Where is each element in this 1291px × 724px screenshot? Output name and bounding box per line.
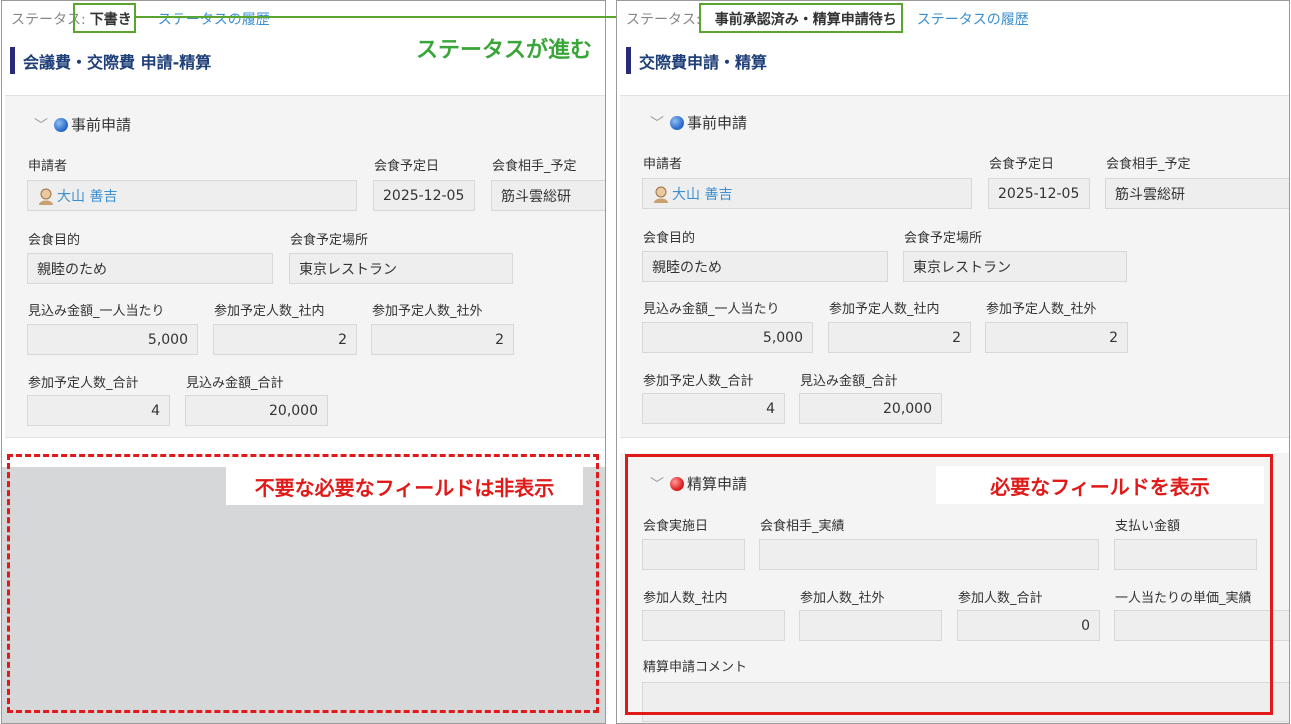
label-total-people: 参加予定人数_合計 xyxy=(643,374,754,389)
partner-field: 筋斗雲総研 xyxy=(491,180,605,211)
status-history-link[interactable]: ステータスの履歴 xyxy=(158,9,270,29)
status-label: ステータス: xyxy=(626,12,701,28)
blue-circle-icon xyxy=(54,117,68,132)
label-date: 会食予定日 xyxy=(374,159,440,174)
shown-fields-callout: 必要なフィールドを表示 xyxy=(936,466,1264,504)
label-place: 会食予定場所 xyxy=(290,233,369,248)
total-amount-field: 20,000 xyxy=(799,393,942,424)
status-advance-callout: ステータスが進む xyxy=(404,29,604,67)
label-per-person: 見込み金額_一人当たり xyxy=(643,302,780,317)
internal-field: 2 xyxy=(828,322,971,353)
total-people-field: 4 xyxy=(27,395,170,426)
per-person-field: 5,000 xyxy=(27,324,198,355)
label-internal: 参加予定人数_社内 xyxy=(829,302,940,317)
label-external: 参加予定人数_社外 xyxy=(986,302,1097,317)
blue-circle-icon xyxy=(670,115,684,130)
section-header-pre[interactable]: ﹀ 事前申請 xyxy=(650,112,747,133)
total-amount-field: 20,000 xyxy=(185,395,328,426)
label-internal: 参加予定人数_社内 xyxy=(214,304,325,319)
status-history-link[interactable]: ステータスの履歴 xyxy=(917,9,1029,29)
hidden-fields-callout: 不要な必要なフィールドは非表示 xyxy=(226,467,583,505)
total-people-field: 4 xyxy=(642,393,785,424)
label-partner: 会食相手_予定 xyxy=(492,159,577,174)
date-field: 2025-12-05 xyxy=(988,178,1090,209)
label-place: 会食予定場所 xyxy=(904,231,983,246)
applicant-field: 大山 善吉 xyxy=(642,178,972,209)
partner-field: 筋斗雲総研 xyxy=(1105,178,1289,209)
status-highlight-box xyxy=(73,3,136,33)
per-person-field: 5,000 xyxy=(642,322,813,353)
status-highlight-box xyxy=(699,3,903,33)
user-avatar-icon xyxy=(654,186,668,203)
place-field: 東京レストラン xyxy=(903,251,1127,282)
external-field: 2 xyxy=(371,324,514,355)
label-total-amount: 見込み金額_合計 xyxy=(186,376,284,391)
place-field: 東京レストラン xyxy=(289,253,513,284)
applicant-link[interactable]: 大山 善吉 xyxy=(672,184,732,204)
chevron-down-icon: ﹀ xyxy=(34,117,48,134)
label-total-people: 参加予定人数_合計 xyxy=(28,376,139,391)
external-field: 2 xyxy=(985,322,1128,353)
user-avatar-icon xyxy=(39,188,53,205)
label-purpose: 会食目的 xyxy=(643,231,696,246)
pre-application-section: ﹀ 事前申請 申請者 大山 善吉 会食予定日 2025-12-05 会食相手_予… xyxy=(5,95,605,438)
label-applicant: 申請者 xyxy=(28,159,68,174)
label-applicant: 申請者 xyxy=(643,157,683,172)
purpose-field: 親睦のため xyxy=(27,253,273,284)
section-title: 事前申請 xyxy=(71,116,132,134)
applicant-field: 大山 善吉 xyxy=(27,180,357,211)
label-total-amount: 見込み金額_合計 xyxy=(800,374,898,389)
applicant-link[interactable]: 大山 善吉 xyxy=(57,186,117,206)
date-field: 2025-12-05 xyxy=(373,180,475,211)
section-title: 事前申請 xyxy=(687,114,748,132)
pre-application-section: ﹀ 事前申請 申請者 大山 善吉 会食予定日 2025-12-05 会食相手_予… xyxy=(620,95,1289,438)
internal-field: 2 xyxy=(213,324,357,355)
label-external: 参加予定人数_社外 xyxy=(372,304,483,319)
label-purpose: 会食目的 xyxy=(28,233,81,248)
section-header-pre[interactable]: ﹀ 事前申請 xyxy=(34,114,131,135)
label-date: 会食予定日 xyxy=(989,157,1055,172)
purpose-field: 親睦のため xyxy=(642,251,888,282)
label-per-person: 見込み金額_一人当たり xyxy=(28,304,165,319)
label-partner: 会食相手_予定 xyxy=(1106,157,1191,172)
chevron-down-icon: ﹀ xyxy=(650,115,664,132)
page-title: 交際費申請・精算 xyxy=(626,47,767,74)
status-bar: ステータス: 下書き ステータスの履歴 xyxy=(11,5,270,33)
left-panel: ステータス: 下書き ステータスの履歴 会議費・交際費 申請-精算 ステータスが… xyxy=(1,0,606,724)
page-title: 会議費・交際費 申請-精算 xyxy=(10,47,211,74)
right-panel: ステータス: 事前承認済み・精算申請待ち ステータスの履歴 交際費申請・精算 ﹀… xyxy=(616,0,1290,724)
